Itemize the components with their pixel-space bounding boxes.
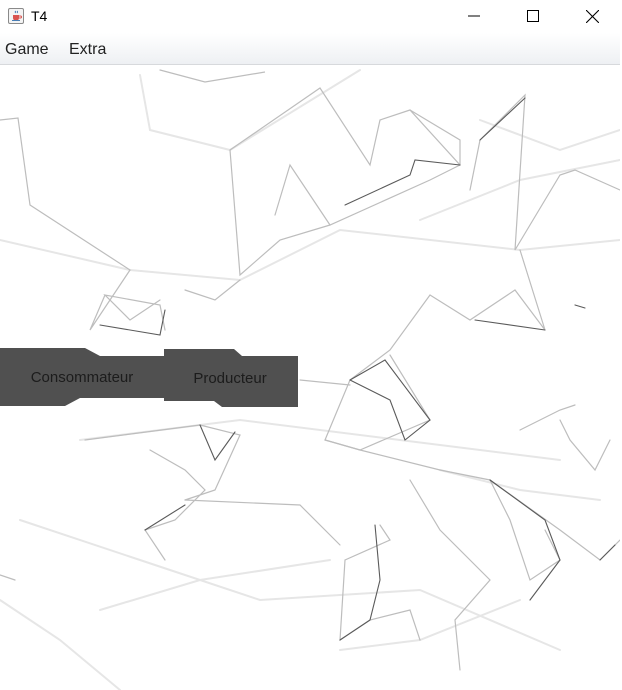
maximize-icon — [527, 10, 539, 22]
window-title: T4 — [31, 8, 48, 24]
game-canvas[interactable]: Consommateur Producteur — [0, 66, 620, 690]
java-cup-icon — [8, 8, 24, 24]
producteur-button[interactable]: Producteur — [162, 349, 298, 407]
maximize-button[interactable] — [510, 0, 556, 32]
menu-extra[interactable]: Extra — [69, 41, 106, 59]
close-button[interactable] — [569, 0, 615, 32]
close-icon — [585, 9, 599, 23]
menu-game[interactable]: Game — [5, 41, 49, 59]
title-bar: T4 — [0, 0, 622, 33]
producteur-label: Producteur — [193, 369, 267, 387]
minimize-icon — [468, 15, 480, 17]
minimize-button[interactable] — [451, 0, 497, 32]
menu-bar: Game Extra — [0, 33, 620, 65]
consommateur-button[interactable]: Consommateur — [0, 348, 164, 406]
consommateur-label: Consommateur — [30, 368, 134, 386]
